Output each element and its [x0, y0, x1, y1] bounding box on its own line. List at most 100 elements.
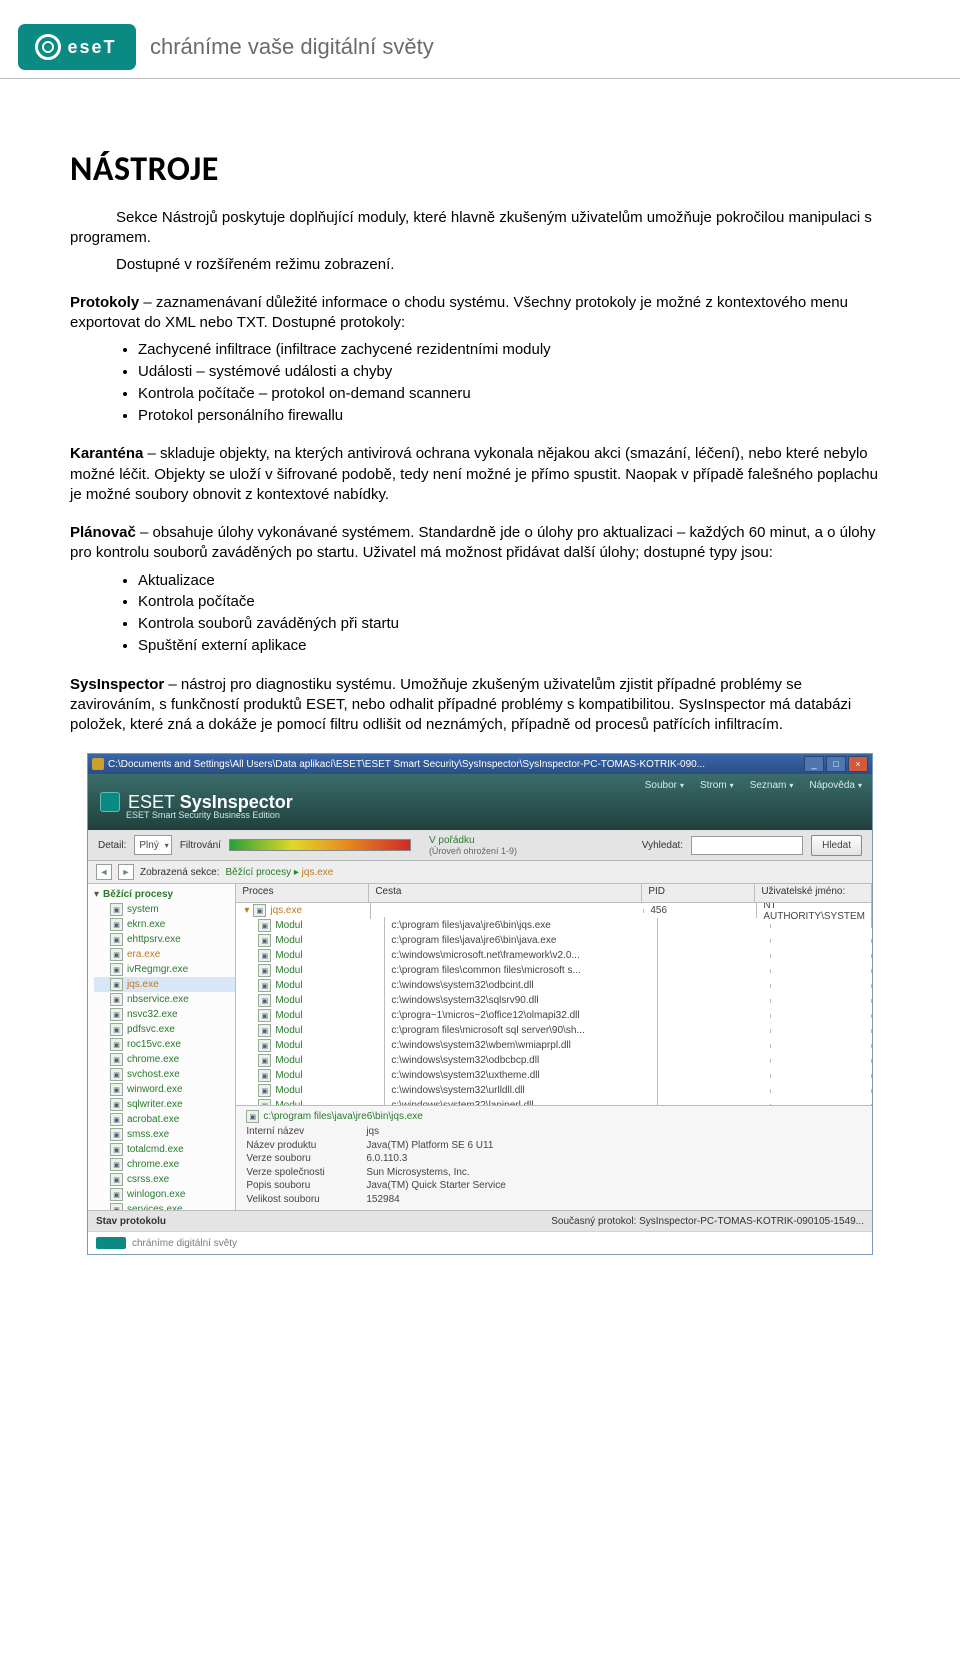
- search-button[interactable]: Hledat: [811, 835, 862, 856]
- column-headers[interactable]: Proces Cesta PID Uživatelské jméno:: [236, 884, 872, 903]
- tree-item[interactable]: ▣winlogon.exe: [94, 1187, 235, 1202]
- nav-fwd-icon[interactable]: ►: [118, 864, 134, 880]
- tree-item[interactable]: ▣ekrn.exe: [94, 917, 235, 932]
- tree-item[interactable]: ▣services.exe: [94, 1202, 235, 1210]
- list-item: Kontrola počítače – protokol on-demand s…: [138, 383, 890, 405]
- detail-pane: ▣c:\program files\java\jre6\bin\jqs.exe …: [236, 1105, 872, 1210]
- menu-list[interactable]: Seznam: [750, 780, 794, 791]
- app-icon: [92, 758, 104, 770]
- sysinspector-screenshot: C:\Documents and Settings\All Users\Data…: [87, 753, 873, 1255]
- close-button[interactable]: ×: [848, 756, 868, 772]
- document-body: NÁSTROJE Sekce Nástrojů poskytuje doplňu…: [0, 79, 960, 1285]
- search-label: Vyhledat:: [642, 840, 683, 851]
- list-item: Aktualizace: [138, 570, 890, 592]
- status-sub: (Úroveň ohrožení 1-9): [429, 846, 517, 856]
- tree-item[interactable]: ▣nsvc32.exe: [94, 1007, 235, 1022]
- tree-item[interactable]: ▣winword.exe: [94, 1082, 235, 1097]
- process-tree[interactable]: ▾ Běžící procesy▣system▣ekrn.exe▣ehttpsr…: [88, 884, 236, 1210]
- breadcrumb-bar: ◄ ► Zobrazená sekce: Běžící procesy ▸ jq…: [88, 861, 872, 884]
- table-row[interactable]: ▣Modulc:\program files\java\jre6\bin\jav…: [236, 933, 872, 948]
- table-row[interactable]: ▣Modulc:\program files\common files\micr…: [236, 963, 872, 978]
- menu-tree[interactable]: Strom: [700, 780, 734, 791]
- tree-item[interactable]: ▣chrome.exe: [94, 1052, 235, 1067]
- table-row[interactable]: ▣Modulc:\windows\system32\sqlsrv90.dll: [236, 993, 872, 1008]
- window-title: C:\Documents and Settings\All Users\Data…: [108, 759, 802, 770]
- tree-item[interactable]: ▣svchost.exe: [94, 1067, 235, 1082]
- tree-item[interactable]: ▣pdfsvc.exe: [94, 1022, 235, 1037]
- status-text: V pořádku: [429, 835, 517, 846]
- table-row[interactable]: ▾ ▣ jqs.exe456NT AUTHORITY\SYSTEM: [236, 903, 872, 918]
- table-row[interactable]: ▣Modulc:\windows\system32\wbem\wmiaprpl.…: [236, 1038, 872, 1053]
- protocols-para: Protokoly – zaznamenávaní důležité infor…: [70, 293, 890, 334]
- file-icon: ▣: [246, 1110, 259, 1123]
- tree-item[interactable]: ▣csrss.exe: [94, 1172, 235, 1187]
- tree-item[interactable]: ▣smss.exe: [94, 1127, 235, 1142]
- eset-logo-icon: [100, 792, 120, 812]
- tree-item[interactable]: ▣system: [94, 902, 235, 917]
- tree-item[interactable]: ▣totalcmd.exe: [94, 1142, 235, 1157]
- intro-1: Sekce Nástrojů poskytuje doplňující modu…: [70, 208, 890, 249]
- page-header: eseT chráníme vaše digitální světy: [0, 0, 960, 79]
- banner-subtitle: ESET Smart Security Business Edition: [126, 810, 280, 820]
- minimize-button[interactable]: _: [804, 756, 824, 772]
- status-bar: Stav protokolu Současný protokol: SysIns…: [88, 1210, 872, 1231]
- quarantine-para: Karanténa – skladuje objekty, na kterých…: [70, 444, 890, 505]
- table-row[interactable]: ▣Modulc:\windows\system32\odbcbcp.dll: [236, 1053, 872, 1068]
- menu-help[interactable]: Nápověda: [809, 780, 862, 791]
- intro-2: Dostupné v rozšířeném režimu zobrazení.: [70, 255, 890, 275]
- tree-item[interactable]: ▣sqlwriter.exe: [94, 1097, 235, 1112]
- scheduler-para: Plánovač – obsahuje úlohy vykonávané sys…: [70, 523, 890, 564]
- table-row[interactable]: ▣Modulc:\windows\system32\lapiperl.dll: [236, 1098, 872, 1105]
- col-user[interactable]: Uživatelské jméno:: [755, 884, 872, 902]
- list-item: Kontrola počítače: [138, 591, 890, 613]
- search-input[interactable]: [691, 836, 803, 855]
- tree-item[interactable]: ▣ehttpsrv.exe: [94, 932, 235, 947]
- breadcrumb[interactable]: Běžící procesy ▸ jqs.exe: [226, 867, 334, 878]
- tree-item[interactable]: ▣roc15vc.exe: [94, 1037, 235, 1052]
- col-path[interactable]: Cesta: [369, 884, 642, 902]
- detail-row: Verze souboru6.0.110.3: [246, 1152, 862, 1166]
- list-item: Zachycené infiltrace (infiltrace zachyce…: [138, 339, 890, 361]
- tree-item[interactable]: ▣acrobat.exe: [94, 1112, 235, 1127]
- maximize-button[interactable]: □: [826, 756, 846, 772]
- table-row[interactable]: ▣Modulc:\program files\microsoft sql ser…: [236, 1023, 872, 1038]
- detail-row: Popis souboruJava(TM) Quick Starter Serv…: [246, 1179, 862, 1193]
- eye-icon: [35, 34, 61, 60]
- detail-select[interactable]: Plný: [134, 835, 171, 855]
- detail-label: Detail:: [98, 840, 126, 851]
- tree-item[interactable]: ▣era.exe: [94, 947, 235, 962]
- detail-row: Interní názevjqs: [246, 1125, 862, 1139]
- window-titlebar[interactable]: C:\Documents and Settings\All Users\Data…: [88, 754, 872, 774]
- toolbar: Detail: Plný Filtrování V pořádku (Úrove…: [88, 830, 872, 861]
- tree-item[interactable]: ▣nbservice.exe: [94, 992, 235, 1007]
- detail-row: Verze společnostiSun Microsystems, Inc.: [246, 1166, 862, 1180]
- menu-file[interactable]: Soubor: [645, 780, 684, 791]
- list-item: Kontrola souborů zaváděných při startu: [138, 613, 890, 635]
- col-pid[interactable]: PID: [642, 884, 755, 902]
- table-row[interactable]: ▣Modulc:\progra~1\micros~2\office12\olma…: [236, 1008, 872, 1023]
- section-title: NÁSTROJE: [70, 149, 890, 190]
- table-row[interactable]: ▣Modulc:\windows\microsoft.net\framework…: [236, 948, 872, 963]
- tree-item[interactable]: ▣ivRegmgr.exe: [94, 962, 235, 977]
- eset-logo-small: [96, 1237, 126, 1249]
- list-item: Události – systémové události a chyby: [138, 361, 890, 383]
- app-footer: chráníme digitální světy: [88, 1231, 872, 1254]
- filter-label: Filtrování: [180, 840, 221, 851]
- sysinspector-para: SysInspector – nástroj pro diagnostiku s…: [70, 675, 890, 736]
- module-list[interactable]: ▾ ▣ jqs.exe456NT AUTHORITY\SYSTEM ▣Modulc…: [236, 903, 872, 1105]
- logo-text: eseT: [67, 37, 116, 58]
- list-item: Protokol personálního firewallu: [138, 405, 890, 427]
- tree-item[interactable]: ▣chrome.exe: [94, 1157, 235, 1172]
- tagline: chráníme vaše digitální světy: [150, 34, 434, 60]
- col-process[interactable]: Proces: [236, 884, 369, 902]
- table-row[interactable]: ▣Modulc:\windows\system32\urlldll.dll: [236, 1083, 872, 1098]
- detail-row: Název produktuJava(TM) Platform SE 6 U11: [246, 1139, 862, 1153]
- scheduler-list: Aktualizace Kontrola počítače Kontrola s…: [116, 570, 890, 657]
- app-banner: ESET SysInspector ESET Smart Security Bu…: [88, 774, 872, 830]
- table-row[interactable]: ▣Modulc:\windows\system32\uxtheme.dll: [236, 1068, 872, 1083]
- nav-back-icon[interactable]: ◄: [96, 864, 112, 880]
- filter-slider[interactable]: [229, 839, 411, 851]
- table-row[interactable]: ▣Modulc:\windows\system32\odbcint.dll: [236, 978, 872, 993]
- detail-row: Velikost souboru152984: [246, 1193, 862, 1207]
- tree-item[interactable]: ▣jqs.exe: [94, 977, 235, 992]
